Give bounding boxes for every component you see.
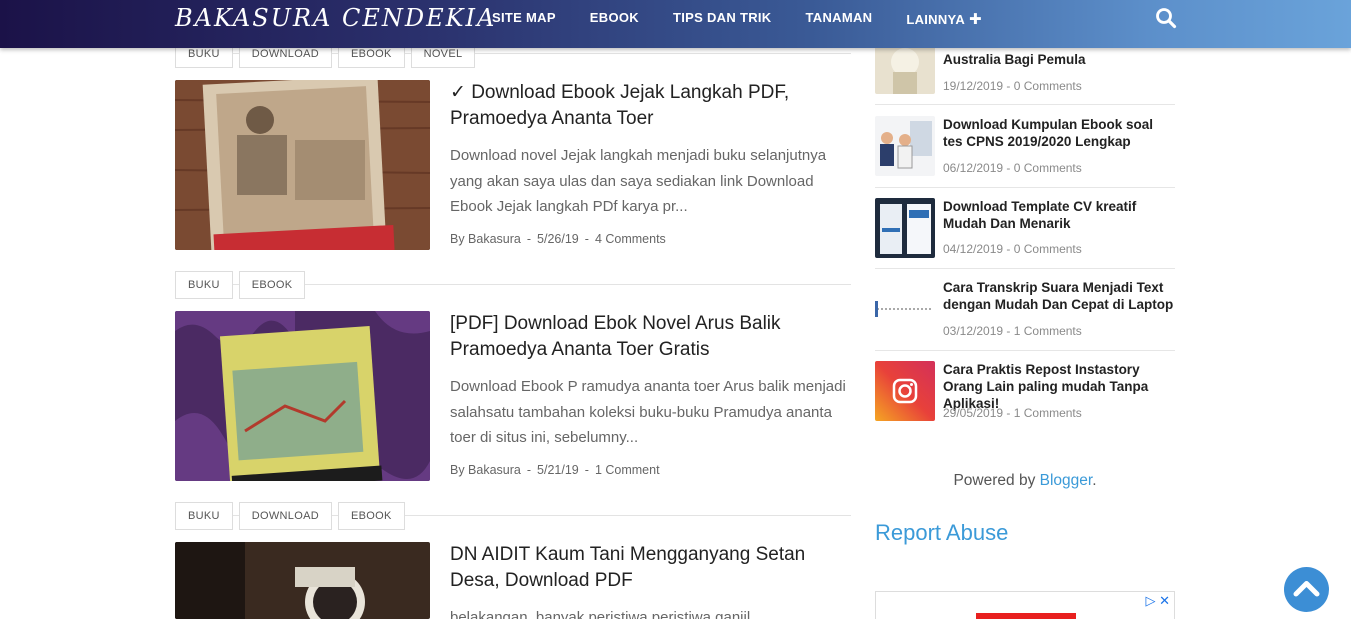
tag-link[interactable]: EBOOK [238, 271, 306, 299]
meta-separator: - [584, 232, 589, 246]
ad-choices-icon[interactable]: ▷ ✕ [1145, 593, 1170, 609]
meta-separator: - [526, 463, 532, 477]
sidebar-post-thumbnail[interactable] [875, 361, 935, 421]
chevron-up-icon [1293, 581, 1320, 597]
powered-by: Powered by Blogger. [875, 472, 1175, 490]
nav-label: TANAMAN [805, 10, 873, 25]
book-cover-image [175, 542, 430, 619]
sidebar-post-meta: 03/12/2019 - 1 Comments [943, 324, 1082, 338]
book-cover-image [175, 311, 430, 481]
tag-link[interactable]: BUKU [175, 271, 233, 299]
powered-prefix: Powered by [953, 472, 1040, 489]
nav-ebook[interactable]: EBOOK [590, 10, 639, 28]
post-tags: BUKU EBOOK [175, 271, 851, 299]
nav-label: EBOOK [589, 10, 639, 25]
post-title[interactable]: ✓ Download Ebook Jejak Langkah PDF, Pram… [450, 80, 850, 132]
post-author[interactable]: By Bakasura [450, 232, 521, 246]
sidebar-thumb-image [875, 279, 935, 339]
sidebar-post-item[interactable]: Download Template CV kreatif Mudah Dan M… [875, 188, 1175, 269]
report-abuse-link[interactable]: Report Abuse [875, 520, 1008, 546]
nav-label: TIPS DAN TRIK [672, 10, 772, 25]
post-title[interactable]: DN AIDIT Kaum Tani Mengganyang Setan Des… [450, 542, 850, 594]
sidebar-post-title[interactable]: Cara Transkrip Suara Menjadi Text dengan… [943, 279, 1175, 313]
top-navbar: BAKASURA CENDEKIA SITE MAP EBOOK TIPS DA… [0, 0, 1351, 48]
post-tags: BUKU DOWNLOAD EBOOK [175, 502, 851, 530]
post-thumbnail[interactable] [175, 80, 430, 250]
instagram-icon [875, 361, 935, 421]
sidebar-post-meta: 19/12/2019 - 0 Comments [943, 79, 1082, 93]
sidebar-thumb-image [875, 198, 935, 258]
post-comments[interactable]: 4 Comments [595, 232, 666, 246]
main-nav: SITE MAP EBOOK TIPS DAN TRIK TANAMAN LAI… [492, 10, 1016, 28]
search-icon[interactable] [1155, 7, 1177, 29]
post-meta: By Bakasura -5/26/19-4 Comments [450, 232, 666, 246]
post-thumbnail[interactable] [175, 311, 430, 481]
sidebar-post-title[interactable]: Australia Bagi Pemula [943, 51, 1175, 68]
post-author[interactable]: By Bakasura [450, 463, 521, 477]
nav-label: LAINNYA [906, 12, 966, 27]
post-date: 5/26/19 [537, 232, 579, 246]
sidebar-post-title[interactable]: Cara Praktis Repost Instastory Orang Lai… [943, 361, 1175, 412]
nav-label: SITE MAP [492, 10, 556, 25]
sidebar-post-thumbnail[interactable] [875, 279, 935, 339]
post-thumbnail[interactable] [175, 542, 430, 619]
post-title[interactable]: [PDF] Download Ebok Novel Arus Balik Pra… [450, 311, 850, 363]
sidebar-post-item[interactable]: Cara Transkrip Suara Menjadi Text dengan… [875, 269, 1175, 351]
nav-site-map[interactable]: SITE MAP [492, 10, 556, 28]
sidebar-post-item[interactable]: Cara Praktis Repost Instastory Orang Lai… [875, 351, 1175, 433]
post-date: 5/21/19 [537, 463, 579, 477]
sidebar-post-meta: 06/12/2019 - 0 Comments [943, 161, 1082, 175]
site-logo[interactable]: BAKASURA CENDEKIA [175, 4, 496, 32]
post-excerpt: Download novel Jejak langkah menjadi buk… [450, 147, 827, 215]
blogger-link[interactable]: Blogger [1040, 472, 1093, 489]
tag-link[interactable]: BUKU [175, 502, 233, 530]
book-cover-image [175, 80, 430, 250]
sidebar-post-title[interactable]: Download Kumpulan Ebook soal tes CPNS 20… [943, 116, 1175, 150]
scroll-to-top-button[interactable] [1284, 567, 1329, 612]
sidebar-post-thumbnail[interactable] [875, 198, 935, 258]
post-comments[interactable]: 1 Comment [595, 463, 660, 477]
meta-separator: - [584, 463, 589, 477]
post-excerpt: belakangan, banyak peristiwa peristiwa g… [450, 609, 763, 619]
meta-separator: - [526, 232, 532, 246]
nav-lainnya[interactable]: LAINNYA ✚ [906, 10, 982, 28]
sidebar-post-thumbnail[interactable] [875, 116, 935, 176]
sidebar-post-title[interactable]: Download Template CV kreatif Mudah Dan M… [943, 198, 1175, 232]
tag-link[interactable]: DOWNLOAD [238, 502, 332, 530]
nav-tanaman[interactable]: TANAMAN [805, 10, 872, 28]
nav-tips-dan-trik[interactable]: TIPS DAN TRIK [673, 10, 772, 28]
sidebar-post-meta: 29/05/2019 - 1 Comments [943, 406, 1082, 420]
ad-image [976, 613, 1076, 619]
ad-banner[interactable]: ▷ ✕ [875, 591, 1175, 619]
tag-link[interactable]: EBOOK [337, 502, 405, 530]
powered-suffix: . [1092, 472, 1097, 489]
plus-icon: ✚ [969, 11, 982, 28]
sidebar-thumb-image [875, 116, 935, 176]
post-meta: By Bakasura -5/21/19-1 Comment [450, 463, 660, 477]
post-excerpt: Download Ebook P ramudya ananta toer Aru… [450, 378, 846, 446]
sidebar-post-item[interactable]: Download Kumpulan Ebook soal tes CPNS 20… [875, 106, 1175, 188]
sidebar-post-meta: 04/12/2019 - 0 Comments [943, 242, 1082, 256]
